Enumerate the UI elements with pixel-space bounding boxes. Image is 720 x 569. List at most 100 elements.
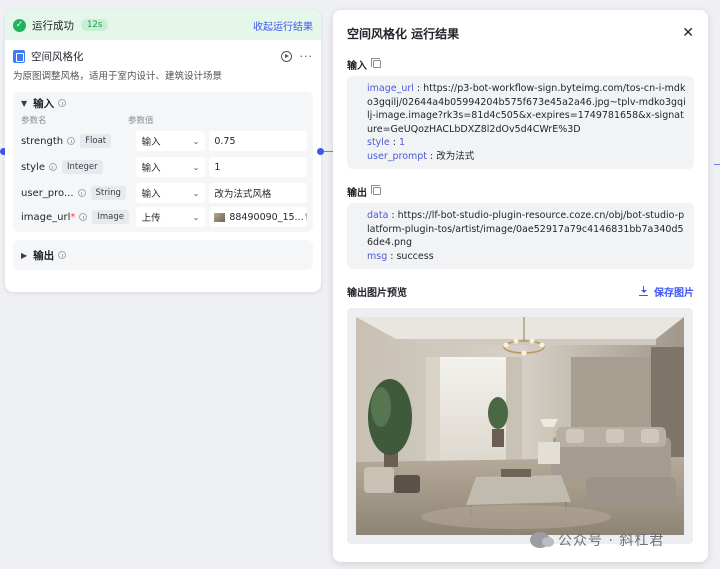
param-source-select[interactable]: 输入 ⌄ [135, 183, 206, 203]
more-options-icon[interactable]: ··· [300, 50, 314, 63]
output-section-title: 输出 [33, 249, 55, 262]
param-value-text: 0.75 [214, 135, 236, 147]
input-section: ▼ 输入 参数名 参数值 strength Float 输入 ⌄ 0.75 st… [13, 92, 313, 232]
watermark-text: 公众号 · 斜杠君 [558, 533, 665, 549]
copy-icon[interactable] [371, 185, 381, 195]
info-icon[interactable] [77, 189, 86, 197]
param-value-input[interactable]: 改为法式风格 [209, 183, 307, 203]
param-value-input[interactable]: 1 [209, 157, 307, 177]
kv-key: style [367, 137, 390, 148]
connection-line-out [714, 164, 720, 165]
output-port[interactable] [317, 148, 324, 155]
image-upload-field[interactable]: 88490090_15... 🗑 [209, 207, 307, 227]
param-source-value: 输入 [141, 163, 161, 174]
kv-data: data : https://lf-bot-studio-plugin-reso… [367, 210, 685, 248]
param-value-input[interactable]: 0.75 [209, 131, 307, 151]
param-type-badge: Image [92, 210, 129, 224]
required-marker: * [70, 211, 76, 223]
param-row-image-url: image_url* Image 上传 ⌄ 88490090_15... 🗑 [13, 206, 313, 232]
kv-value: 1 [399, 137, 406, 148]
close-icon[interactable]: ✕ [682, 25, 694, 41]
node-title: 空间风格化 [31, 50, 84, 63]
param-value-header: 参数值 [128, 116, 154, 126]
save-image-label: 保存图片 [654, 287, 694, 299]
param-source-select[interactable]: 输入 ⌄ [135, 131, 206, 151]
image-preview-title: 输出图片预览 [347, 287, 407, 299]
param-source-value: 上传 [141, 213, 161, 224]
param-name-header: 参数名 [21, 116, 47, 126]
collapse-results-link[interactable]: 收起运行结果 [253, 18, 313, 33]
image-thumbnail-icon [214, 212, 226, 222]
result-panel-title: 空间风格化 运行结果 [347, 26, 460, 41]
param-name: image_url [21, 211, 71, 223]
node-header: 空间风格化 ··· [5, 42, 321, 70]
info-icon[interactable] [48, 163, 57, 171]
param-source-value: 输入 [141, 137, 161, 148]
param-type-badge: Integer [61, 160, 103, 174]
run-time-badge: 12s [81, 19, 109, 31]
kv-key: msg [367, 250, 388, 262]
param-row-strength: strength Float 输入 ⌄ 0.75 [13, 128, 313, 154]
run-status-text: 运行成功 [32, 19, 74, 32]
result-input-box: image_url : https://p3-bot-workflow-sign… [347, 76, 694, 169]
result-output-box: data : https://lf-bot-studio-plugin-reso… [347, 203, 694, 269]
input-section-header[interactable]: ▼ 输入 [13, 92, 313, 114]
info-icon[interactable] [79, 213, 88, 221]
chevron-down-icon: ⌄ [192, 188, 200, 198]
wechat-icon [530, 532, 554, 548]
run-result-panel: 空间风格化 运行结果 ✕ 输入 image_url : https://p3-b… [333, 10, 708, 562]
output-image-preview[interactable] [356, 317, 684, 535]
param-row-user-prompt: user_pro... String 输入 ⌄ 改为法式风格 [13, 180, 313, 206]
info-icon[interactable] [58, 99, 67, 107]
param-source-select[interactable]: 上传 ⌄ [135, 207, 206, 227]
node-description: 为原图调整风格，适用于室内设计、建筑设计场景 [13, 71, 223, 82]
info-icon[interactable] [67, 137, 76, 145]
result-input-label-text: 输入 [347, 60, 367, 72]
watermark: 公众号 · 斜杠君 [530, 530, 664, 550]
kv-key: data [367, 210, 389, 221]
param-name: strength [21, 135, 64, 147]
param-type-badge: Float [80, 134, 112, 148]
info-icon[interactable] [58, 251, 67, 259]
param-value-text: 1 [214, 161, 221, 173]
param-source-value: 输入 [141, 189, 161, 200]
success-check-icon: ✓ [13, 18, 26, 32]
input-section-title: 输入 [33, 97, 55, 110]
delete-icon[interactable]: 🗑 [304, 213, 307, 222]
run-status-bar: ✓ 运行成功 12s 收起运行结果 [5, 10, 321, 40]
chevron-down-icon: ⌄ [192, 162, 200, 172]
kv-user-prompt: user_prompt : 改为法式 [367, 150, 475, 162]
result-panel-header: 空间风格化 运行结果 ✕ [333, 10, 708, 56]
param-source-select[interactable]: 输入 ⌄ [135, 157, 206, 177]
kv-value: 改为法式 [436, 150, 475, 162]
param-type-badge: String [90, 186, 126, 200]
chevron-down-icon: ⌄ [192, 212, 200, 222]
kv-value: success [396, 250, 434, 262]
image-preview-header: 输出图片预览 保存图片 [333, 281, 708, 301]
result-output-label: 输出 [333, 183, 708, 199]
kv-style: style : 1 [367, 137, 406, 148]
plugin-icon [13, 49, 25, 63]
param-value-text: 88490090_15... [229, 211, 304, 223]
param-row-style: style Integer 输入 ⌄ 1 [13, 154, 313, 180]
kv-key: user_prompt [367, 150, 428, 162]
workflow-node-card[interactable]: ✓ 运行成功 12s 收起运行结果 空间风格化 ··· 为原图调整风格，适用于室… [5, 10, 321, 292]
param-value-text: 改为法式风格 [214, 189, 272, 200]
chevron-right-icon[interactable]: ▶ [21, 251, 27, 260]
kv-msg: msg : success [367, 250, 434, 262]
output-section[interactable]: ▶ 输出 [13, 240, 313, 270]
result-input-label: 输入 [333, 56, 708, 72]
image-preview-frame [347, 308, 693, 544]
param-name: style [21, 161, 45, 173]
kv-key: image_url [367, 83, 414, 94]
param-name: user_pro... [21, 187, 74, 199]
kv-image-url: image_url : https://p3-bot-workflow-sign… [367, 83, 686, 135]
kv-value: https://p3-bot-workflow-sign.byteimg.com… [367, 83, 686, 135]
run-node-icon[interactable] [280, 50, 292, 62]
result-output-label-text: 输出 [347, 187, 367, 199]
copy-icon[interactable] [371, 58, 381, 68]
chevron-down-icon: ⌄ [192, 136, 200, 146]
chevron-down-icon[interactable]: ▼ [21, 99, 27, 108]
save-image-button[interactable]: 保存图片 [639, 284, 694, 299]
kv-value: https://lf-bot-studio-plugin-resource.co… [367, 210, 685, 248]
